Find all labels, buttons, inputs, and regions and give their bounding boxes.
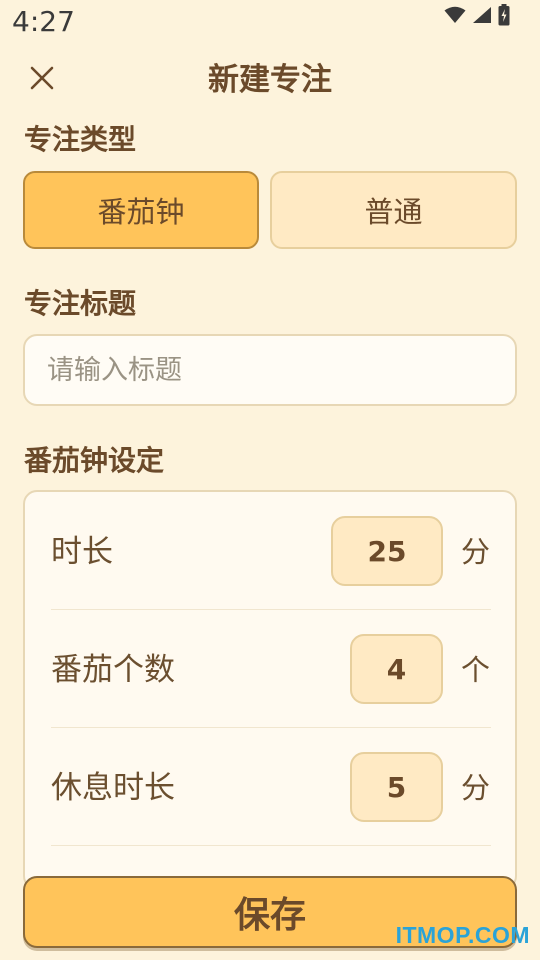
watermark: ITMOP.COM [395,922,530,948]
setting-label: 休息时长 [51,770,175,806]
focus-title-input[interactable] [23,334,517,406]
status-time: 4:27 [12,5,75,38]
focus-title-label: 专注标题 [24,287,137,320]
type-option-pomodoro[interactable]: 番茄钟 [23,171,259,249]
setting-label: 时长 [51,534,113,570]
divider [51,845,491,846]
status-icons [444,4,510,30]
cellular-signal-icon [472,6,492,28]
setting-unit: 个 [461,653,491,687]
setting-unit: 分 [461,771,491,805]
break-duration-input[interactable]: 5 [350,752,443,822]
setting-row-break-duration: 休息时长 5 分 [51,728,491,846]
setting-unit: 分 [461,535,491,569]
setting-label: 番茄个数 [51,652,175,688]
type-option-normal[interactable]: 普通 [270,171,517,249]
setting-row-pomodoro-count: 番茄个数 4 个 [51,610,491,728]
page-title: 新建专注 [208,62,332,98]
duration-value-input[interactable]: 25 [331,516,443,586]
pomodoro-settings-label: 番茄钟设定 [24,444,165,477]
header: 新建专注 [0,52,540,108]
status-bar: 4:27 [0,0,540,44]
battery-charging-icon [498,4,510,30]
pomodoro-settings-card: 时长 25 分 番茄个数 4 个 休息时长 5 分 [23,490,517,890]
focus-type-label: 专注类型 [24,123,137,156]
setting-row-duration: 时长 25 分 [51,492,491,610]
wifi-icon [444,6,466,28]
pomodoro-count-input[interactable]: 4 [350,634,443,704]
